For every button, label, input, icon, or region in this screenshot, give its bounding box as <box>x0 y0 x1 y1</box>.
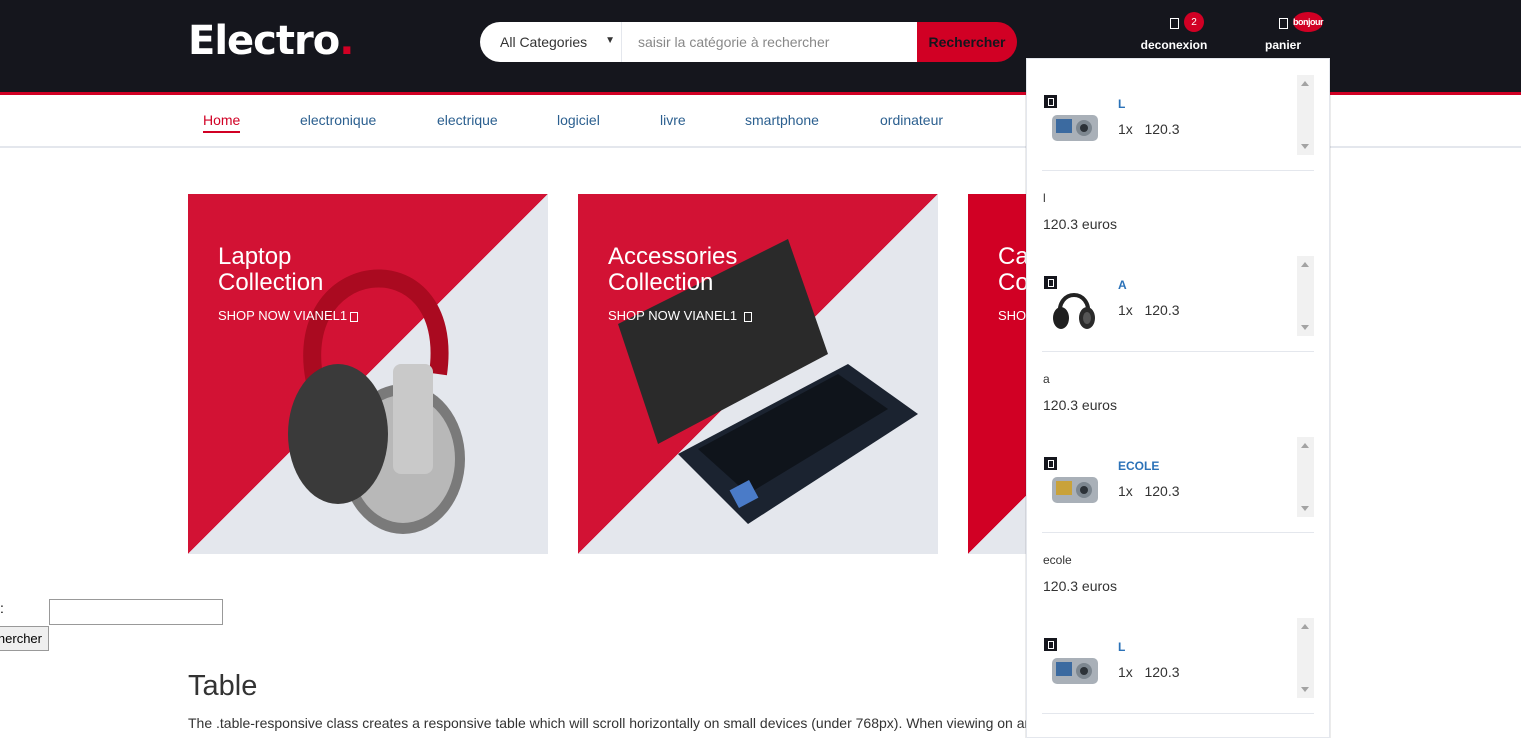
item-scrollbar[interactable] <box>1297 618 1314 698</box>
cart-item-total: 120.3 euros <box>1043 216 1117 232</box>
user-icon <box>1169 18 1179 29</box>
logo[interactable]: Electro. <box>188 18 354 64</box>
divider <box>1042 351 1314 352</box>
divider <box>1042 170 1314 171</box>
cart-item: ECOLE 1x 120.3 <box>1042 437 1314 533</box>
cart-dropdown: L 1x 120.3 l 120.3 euros A 1x 120.3 a 12… <box>1026 58 1330 738</box>
nav-item-electronique[interactable]: electronique <box>300 112 376 128</box>
category-select-value: All Categories <box>500 34 588 50</box>
product-qty-price: 1x 120.3 <box>1118 483 1180 499</box>
cart-action[interactable]: panier bonjour <box>1243 12 1324 52</box>
nav-item-home[interactable]: Home <box>203 112 241 133</box>
nav-item-logiciel[interactable]: logiciel <box>557 112 600 128</box>
account-badge: 2 <box>1184 12 1204 32</box>
card-title: Laptop Collection <box>218 243 324 296</box>
category-select[interactable]: All Categories ▼ <box>480 22 622 62</box>
arrow-circle-right-icon <box>350 311 359 322</box>
collection-card-accessories[interactable]: Accessories Collection SHOP NOW VIANEL1 <box>578 194 938 554</box>
divider <box>1042 713 1314 714</box>
product-qty-price: 1x 120.3 <box>1118 302 1180 318</box>
nav-item-livre[interactable]: livre <box>660 112 686 128</box>
header-search: All Categories ▼ Rechercher <box>480 22 1017 62</box>
cart-item-note: a <box>1043 372 1050 386</box>
search-input[interactable] <box>622 22 917 62</box>
search-button[interactable]: Rechercher <box>917 22 1017 62</box>
product-thumbnail[interactable] <box>1046 101 1102 157</box>
cart-item: L 1x 120.3 <box>1042 618 1314 714</box>
shop-now-link[interactable]: SHO <box>998 308 1026 323</box>
logout-label: deconexion <box>1140 38 1208 52</box>
arrow-circle-right-icon <box>743 311 752 322</box>
cart-item-note: l <box>1043 191 1046 205</box>
nav-item-ordinateur[interactable]: ordinateur <box>880 112 943 128</box>
scroll-up-icon[interactable] <box>1301 443 1309 448</box>
form-label: : <box>0 600 4 616</box>
form-search-button[interactable]: echercher <box>0 626 49 651</box>
chevron-down-icon: ▼ <box>605 35 615 46</box>
cart-badge: bonjour <box>1293 12 1324 32</box>
product-name[interactable]: L <box>1118 97 1125 111</box>
shop-now-link[interactable]: SHOP NOW VIANEL1 <box>608 308 752 323</box>
item-scrollbar[interactable] <box>1297 75 1314 155</box>
logout-action[interactable]: deconexion 2 <box>1134 12 1214 52</box>
divider <box>1042 532 1314 533</box>
scroll-down-icon[interactable] <box>1301 506 1309 511</box>
product-thumbnail[interactable] <box>1046 463 1102 519</box>
shop-now-link[interactable]: SHOP NOW VIANEL1 <box>218 308 359 323</box>
scroll-down-icon[interactable] <box>1301 144 1309 149</box>
item-scrollbar[interactable] <box>1297 256 1314 336</box>
card-title: Accessories Collection <box>608 243 738 296</box>
scroll-up-icon[interactable] <box>1301 262 1309 267</box>
product-qty-price: 1x 120.3 <box>1118 121 1180 137</box>
scroll-down-icon[interactable] <box>1301 687 1309 692</box>
product-qty-price: 1x 120.3 <box>1118 664 1180 680</box>
cart-label: panier <box>1264 38 1301 52</box>
cart-item: A 1x 120.3 <box>1042 256 1314 352</box>
cart-item: L 1x 120.3 <box>1042 75 1314 171</box>
product-name[interactable]: A <box>1118 278 1127 292</box>
product-thumbnail[interactable] <box>1046 282 1102 338</box>
cart-icon <box>1278 18 1288 29</box>
cart-item-note: ecole <box>1043 553 1072 567</box>
nav-item-electrique[interactable]: electrique <box>437 112 498 128</box>
cart-item-total: 120.3 euros <box>1043 578 1117 594</box>
collection-card-laptop[interactable]: Laptop Collection SHOP NOW VIANEL1 <box>188 194 548 554</box>
product-name[interactable]: L <box>1118 640 1125 654</box>
scroll-up-icon[interactable] <box>1301 81 1309 86</box>
nav-item-smartphone[interactable]: smartphone <box>745 112 819 128</box>
scroll-down-icon[interactable] <box>1301 325 1309 330</box>
section-title: Table <box>188 670 258 702</box>
product-thumbnail[interactable] <box>1046 644 1102 700</box>
cart-item-total: 120.3 euros <box>1043 397 1117 413</box>
product-name[interactable]: ECOLE <box>1118 459 1159 473</box>
form-text-input[interactable] <box>49 599 223 625</box>
card-title: Ca Co <box>998 243 1029 296</box>
scroll-up-icon[interactable] <box>1301 624 1309 629</box>
item-scrollbar[interactable] <box>1297 437 1314 517</box>
